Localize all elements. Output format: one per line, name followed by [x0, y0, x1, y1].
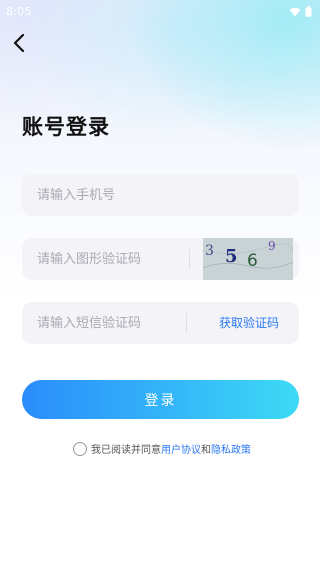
phone-input[interactable] — [37, 174, 187, 216]
get-code-button[interactable]: 获取验证码 — [219, 302, 279, 344]
captcha-image[interactable]: 3 5 6 9 — [203, 238, 293, 280]
captcha-char: 5 — [225, 246, 238, 267]
captcha-char: 6 — [247, 251, 258, 271]
captcha-char: 9 — [268, 239, 276, 253]
user-agreement-link[interactable]: 用户协议 — [161, 441, 201, 456]
chevron-left-icon — [12, 33, 26, 57]
captcha-input[interactable] — [37, 238, 187, 280]
login-button[interactable]: 登录 — [22, 380, 299, 419]
captcha-field: 3 5 6 9 — [22, 238, 299, 280]
agreement-prefix: 我已阅读并同意 — [91, 445, 161, 456]
agreement-and: 和 — [201, 445, 211, 456]
divider — [186, 313, 187, 333]
back-button[interactable] — [8, 32, 30, 58]
agreement-checkbox[interactable] — [73, 441, 87, 456]
page-title: 账号登录 — [22, 115, 110, 139]
divider — [189, 249, 190, 269]
battery-icon — [305, 2, 312, 21]
status-bar: 8:05 — [0, 0, 320, 22]
privacy-policy-link[interactable]: 隐私政策 — [211, 441, 251, 456]
captcha-char: 3 — [205, 243, 214, 259]
status-time: 8:05 — [6, 4, 32, 18]
agreement-row: 我已阅读并同意 用户协议 和 隐私政策 — [73, 441, 251, 456]
wifi-icon — [289, 2, 301, 21]
sms-code-input[interactable] — [37, 302, 187, 344]
phone-field — [22, 174, 299, 216]
sms-code-field: 获取验证码 — [22, 302, 299, 344]
